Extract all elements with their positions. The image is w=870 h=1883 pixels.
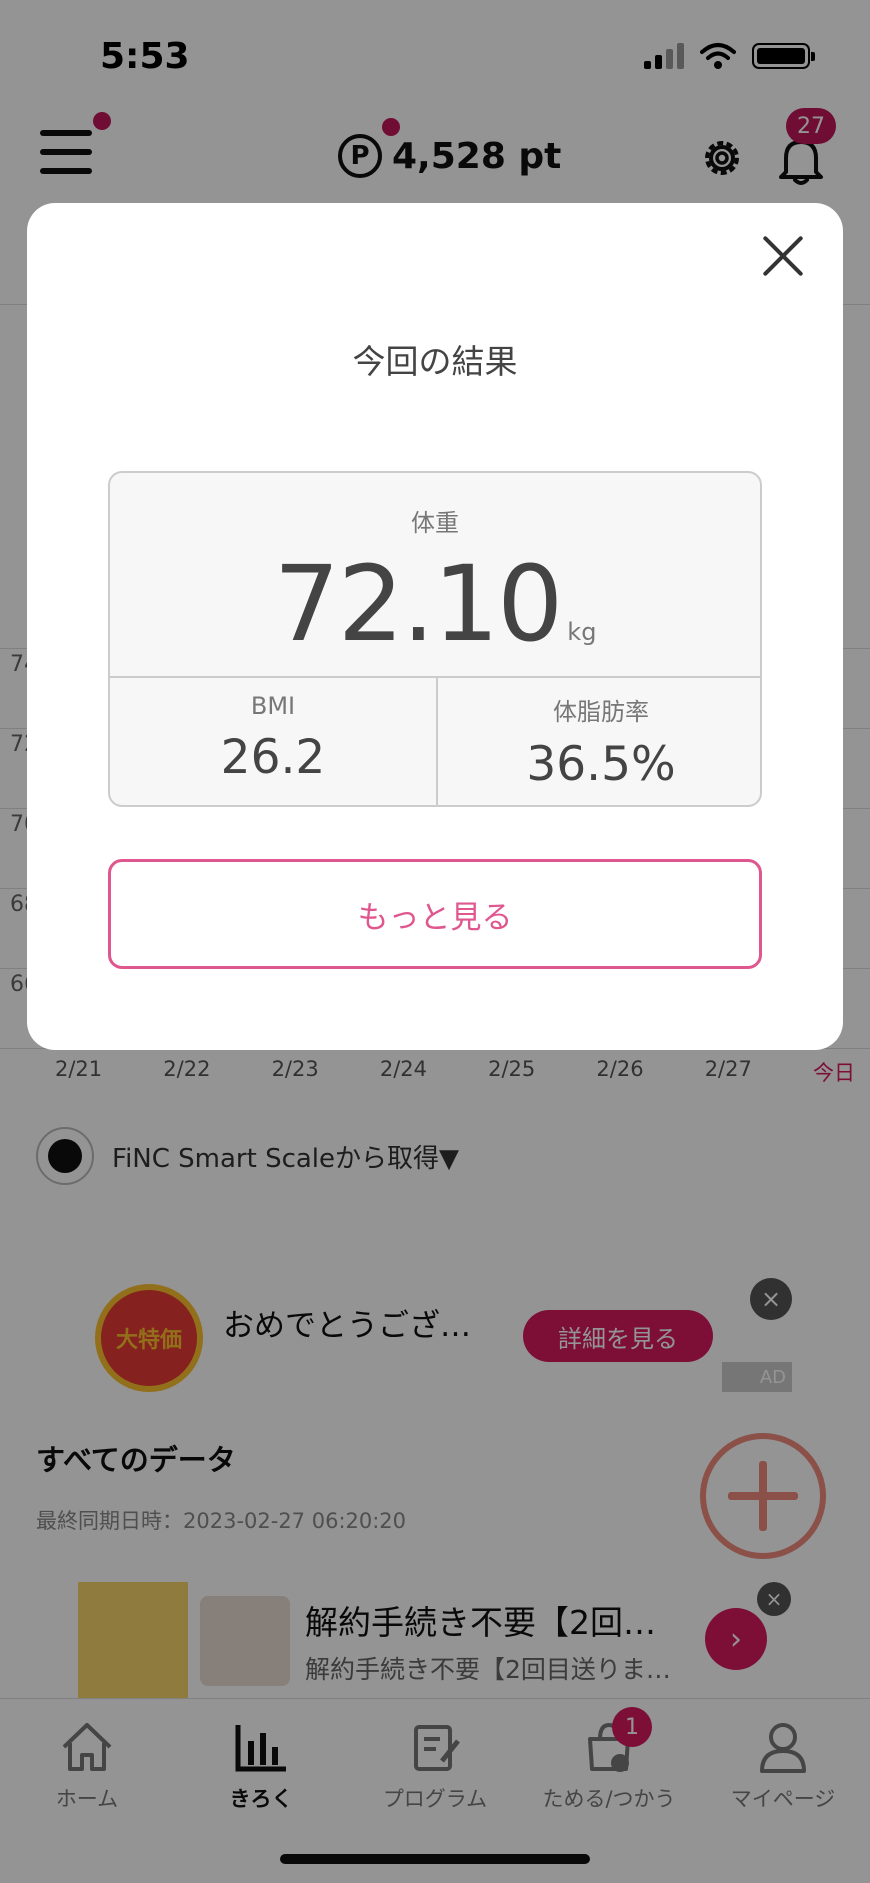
bmi-metric: BMI 26.2 — [110, 676, 436, 805]
body-fat-label: 体脂肪率 — [553, 698, 649, 726]
bmi-value: 26.2 — [220, 730, 326, 785]
bmi-label: BMI — [250, 692, 296, 720]
weight-unit: kg — [567, 618, 597, 646]
body-fat-metric: 体脂肪率 36.5% — [438, 676, 760, 805]
modal-title: 今回の結果 — [352, 342, 518, 381]
weight-value: 72.10 — [273, 543, 564, 665]
close-icon[interactable] — [758, 231, 808, 281]
weight-row: 72.10 kg — [110, 543, 760, 665]
body-fat-value: 36.5% — [526, 737, 676, 792]
result-modal: 今回の結果 体重 72.10 kg BMI 26.2 体脂肪率 36.5% もっ… — [27, 203, 843, 1050]
result-summary-box: 体重 72.10 kg BMI 26.2 体脂肪率 36.5% — [108, 471, 762, 807]
see-more-button[interactable]: もっと見る — [108, 859, 762, 969]
weight-label: 体重 — [411, 509, 459, 537]
